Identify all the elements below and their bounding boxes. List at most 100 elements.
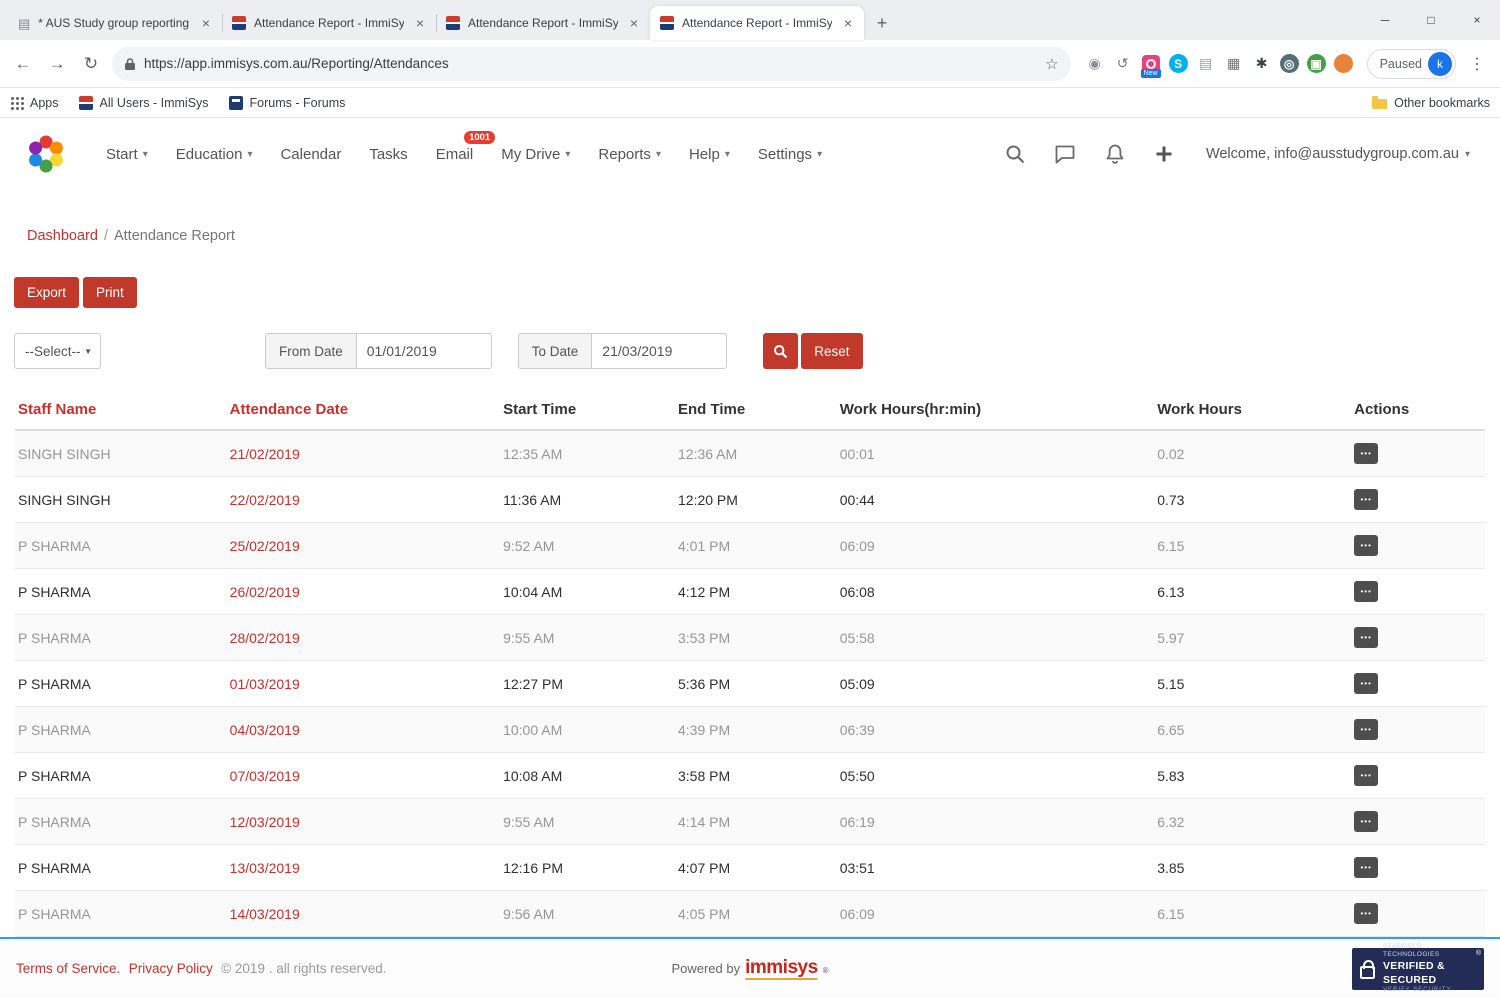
tab-close-icon[interactable]: ×	[626, 15, 642, 31]
work-hours-hrmin-cell: 05:58	[837, 615, 1155, 661]
browser-extension-icon[interactable]	[1334, 54, 1353, 73]
privacy-link[interactable]: Privacy Policy	[129, 961, 213, 976]
skype-extension-icon[interactable]: S	[1169, 54, 1188, 73]
app-logo[interactable]	[26, 134, 66, 174]
work-hours-hrmin-cell: 06:08	[837, 569, 1155, 615]
search-button[interactable]	[763, 333, 798, 369]
staff-select[interactable]: --Select-- ▼	[14, 333, 101, 369]
attendance-table: Staff NameAttendance DateStart TimeEnd T…	[15, 394, 1485, 983]
profile-chip[interactable]: Paused k	[1367, 49, 1456, 79]
recycle-extension-icon[interactable]: ↺	[1111, 52, 1135, 76]
bell-icon[interactable]	[1104, 143, 1126, 165]
row-actions-button[interactable]: •••	[1354, 535, 1378, 556]
browser-tab[interactable]: Attendance Report - ImmiSys×	[650, 6, 864, 40]
row-actions-button[interactable]: •••	[1354, 811, 1378, 832]
account-menu[interactable]: Welcome, info@ausstudygroup.com.au ▾	[1206, 146, 1470, 162]
to-date-input[interactable]	[591, 333, 727, 369]
row-actions-button[interactable]: •••	[1354, 581, 1378, 602]
breadcrumb-dashboard-link[interactable]: Dashboard	[27, 228, 98, 244]
paused-label: Paused	[1380, 57, 1422, 71]
nav-item-education[interactable]: Education▾	[176, 146, 253, 163]
document-extension-icon[interactable]: ▤	[1194, 52, 1218, 76]
lock-icon	[1360, 966, 1375, 979]
actions-cell: •••	[1351, 753, 1485, 799]
chat-icon[interactable]	[1054, 143, 1076, 165]
row-actions-button[interactable]: •••	[1354, 765, 1378, 786]
row-actions-button[interactable]: •••	[1354, 719, 1378, 740]
work-hours-hrmin-cell: 03:51	[837, 845, 1155, 891]
chevron-down-icon: ▾	[247, 149, 252, 160]
attendance-date-cell: 28/02/2019	[227, 615, 500, 661]
apps-shortcut[interactable]: Apps	[10, 96, 59, 110]
browser-tab[interactable]: Attendance Report - ImmiSys×	[222, 6, 436, 40]
attendance-date-link[interactable]: 22/02/2019	[230, 492, 300, 508]
tab-close-icon[interactable]: ×	[412, 15, 428, 31]
bookmark-forums[interactable]: Forums - Forums	[229, 96, 346, 110]
nav-item-email[interactable]: Email1001	[436, 146, 474, 163]
filters-row: --Select-- ▼ From Date To Date Reset	[14, 333, 1500, 369]
maximize-button[interactable]: □	[1408, 0, 1454, 40]
attendance-date-cell: 01/03/2019	[227, 661, 500, 707]
terms-link[interactable]: Terms of Service.	[16, 961, 120, 976]
attendance-date-link[interactable]: 07/03/2019	[230, 768, 300, 784]
attendance-date-link[interactable]: 04/03/2019	[230, 722, 300, 738]
nav-item-tasks[interactable]: Tasks	[369, 146, 407, 163]
browser-tab[interactable]: ▤* AUS Study group reporting tha×	[8, 6, 222, 40]
browser-tab[interactable]: Attendance Report - ImmiSys×	[436, 6, 650, 40]
attendance-date-link[interactable]: 28/02/2019	[230, 630, 300, 646]
nav-item-settings[interactable]: Settings▾	[758, 146, 822, 163]
end-time-cell: 12:36 AM	[675, 430, 837, 477]
from-date-input[interactable]	[356, 333, 492, 369]
minimize-button[interactable]: ─	[1362, 0, 1408, 40]
attendance-date-cell: 07/03/2019	[227, 753, 500, 799]
bug-extension-icon[interactable]: ✱	[1250, 52, 1274, 76]
attendance-date-link[interactable]: 13/03/2019	[230, 860, 300, 876]
attendance-date-link[interactable]: 14/03/2019	[230, 906, 300, 922]
nav-item-label: Calendar	[280, 146, 341, 163]
menu-kebab-icon[interactable]: ⋮	[1464, 51, 1490, 77]
other-bookmarks[interactable]: Other bookmarks	[1372, 96, 1490, 110]
print-button[interactable]: Print	[83, 277, 137, 308]
nav-item-help[interactable]: Help▾	[689, 146, 730, 163]
chevron-down-icon: ▾	[725, 149, 730, 160]
nav-item-reports[interactable]: Reports▾	[598, 146, 661, 163]
forward-icon[interactable]: →	[44, 51, 70, 77]
new-tab-button[interactable]: +	[868, 9, 896, 37]
address-bar[interactable]: https://app.immisys.com.au/Reporting/Att…	[112, 47, 1071, 81]
back-icon[interactable]: ←	[10, 51, 36, 77]
column-header: Actions	[1351, 394, 1485, 430]
immisys-favicon	[446, 16, 460, 30]
search-icon[interactable]	[1004, 143, 1026, 165]
add-icon[interactable]	[1154, 144, 1174, 164]
close-button[interactable]: ×	[1454, 0, 1500, 40]
row-actions-button[interactable]: •••	[1354, 489, 1378, 510]
phone-extension-icon[interactable]: ▣	[1307, 54, 1326, 73]
row-actions-button[interactable]: •••	[1354, 673, 1378, 694]
tab-close-icon[interactable]: ×	[840, 15, 856, 31]
nav-item-calendar[interactable]: Calendar	[280, 146, 341, 163]
lock-extension-icon[interactable]: New	[1142, 55, 1160, 73]
bookmark-all-users[interactable]: All Users - ImmiSys	[79, 96, 209, 110]
table-row: P SHARMA07/03/201910:08 AM3:58 PM05:505.…	[15, 753, 1485, 799]
reset-button[interactable]: Reset	[801, 333, 862, 369]
tab-close-icon[interactable]: ×	[198, 15, 214, 31]
row-actions-button[interactable]: •••	[1354, 627, 1378, 648]
nav-item-my-drive[interactable]: My Drive▾	[501, 146, 570, 163]
export-button[interactable]: Export	[14, 277, 79, 308]
bookmark-star-icon[interactable]: ☆	[1045, 55, 1058, 73]
row-actions-button[interactable]: •••	[1354, 903, 1378, 924]
attendance-date-link[interactable]: 21/02/2019	[230, 446, 300, 462]
camera-extension-icon[interactable]: ◎	[1280, 54, 1299, 73]
row-actions-button[interactable]: •••	[1354, 857, 1378, 878]
attendance-date-link[interactable]: 26/02/2019	[230, 584, 300, 600]
apps-label: Apps	[30, 96, 59, 110]
attendance-date-link[interactable]: 12/03/2019	[230, 814, 300, 830]
row-actions-button[interactable]: •••	[1354, 443, 1378, 464]
table-row: P SHARMA28/02/20199:55 AM3:53 PM05:585.9…	[15, 615, 1485, 661]
attendance-date-link[interactable]: 25/02/2019	[230, 538, 300, 554]
grid-extension-icon[interactable]: ▦	[1222, 52, 1246, 76]
attendance-date-link[interactable]: 01/03/2019	[230, 676, 300, 692]
eye-extension-icon[interactable]: ◉	[1083, 52, 1107, 76]
refresh-icon[interactable]: ↻	[78, 51, 104, 77]
nav-item-start[interactable]: Start▾	[106, 146, 148, 163]
